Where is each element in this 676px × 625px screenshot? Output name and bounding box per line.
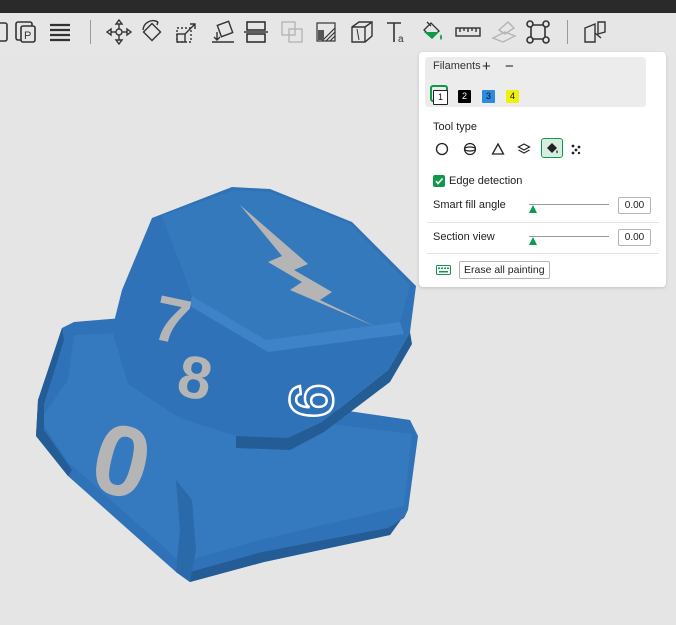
smart-fill-angle-slider[interactable] <box>529 204 609 205</box>
section-view-label: Section view <box>433 231 495 243</box>
filament-swatch[interactable]: 4 <box>506 90 519 103</box>
remove-filament-button[interactable]: − <box>505 57 514 77</box>
erase-all-painting-button[interactable]: Erase all painting <box>459 261 550 279</box>
digit-9: 9 <box>275 382 345 419</box>
section-view-slider[interactable] <box>529 236 609 237</box>
add-filament-button[interactable]: + <box>482 57 491 77</box>
triangle-brush-icon[interactable] <box>489 140 507 158</box>
smart-fill-angle-input[interactable]: 0.00 <box>618 197 651 214</box>
keyboard-shortcut-icon[interactable] <box>436 265 451 275</box>
section-view-thumb[interactable] <box>529 237 537 245</box>
filament-swatch[interactable]: 3 <box>482 90 495 103</box>
edge-detection-label: Edge detection <box>449 175 523 187</box>
section-view-input[interactable]: 0.00 <box>618 229 651 246</box>
edge-detection-row[interactable]: Edge detection <box>433 175 522 187</box>
divider <box>427 222 659 223</box>
edge-detection-checkbox[interactable] <box>433 175 445 187</box>
tool-type-label: Tool type <box>433 121 478 133</box>
color-painting-panel: Filaments + − 1 2 3 4 Tool type Edge det… <box>419 52 666 287</box>
gap-fill-icon[interactable] <box>567 140 585 158</box>
circle-brush-icon[interactable] <box>433 140 451 158</box>
check-icon <box>435 177 444 185</box>
smart-fill-angle-thumb[interactable] <box>529 205 537 213</box>
filament-swatch[interactable]: 1 <box>433 90 448 105</box>
fill-bucket-icon[interactable] <box>541 138 563 158</box>
smart-fill-angle-label: Smart fill angle <box>433 199 506 211</box>
filaments-label: Filaments <box>433 60 481 72</box>
height-range-icon[interactable] <box>515 140 533 158</box>
filaments-section: Filaments + − 1 2 3 4 <box>425 57 646 107</box>
sphere-brush-icon[interactable] <box>461 140 479 158</box>
filament-swatch[interactable]: 2 <box>458 90 471 103</box>
divider <box>427 253 659 254</box>
